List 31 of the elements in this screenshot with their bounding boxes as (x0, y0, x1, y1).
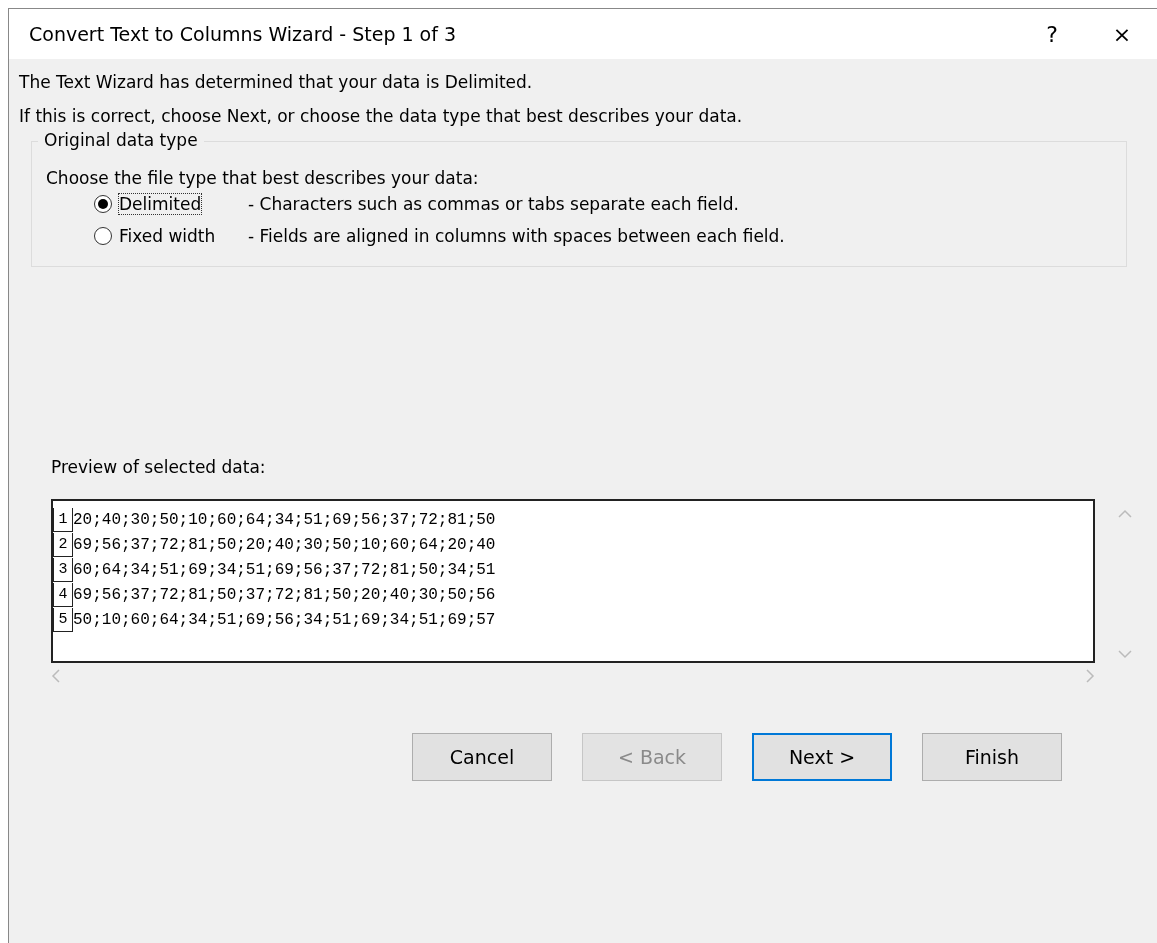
preview-row: 69;56;37;72;81;50;37;72;81;50;20;40;30;50;56 (73, 585, 496, 604)
row-number: 4 (53, 582, 73, 607)
radio-label[interactable]: Fixed width (118, 225, 217, 247)
help-button[interactable]: ? (1017, 20, 1087, 48)
dialog-button[interactable]: Next > (752, 733, 892, 781)
scroll-left-icon[interactable] (51, 669, 61, 683)
radio-button[interactable] (94, 195, 112, 213)
row-number: 1 (53, 507, 73, 532)
row-number: 2 (53, 532, 73, 557)
option-description: - Fields are aligned in columns with spaces between each field. (248, 226, 785, 246)
scroll-up-icon[interactable] (1118, 509, 1132, 519)
preview-row: 50;10;60;64;34;51;69;56;34;51;69;34;51;69;57 (73, 610, 496, 629)
preview-row: 69;56;37;72;81;50;20;40;30;50;10;60;64;20;40 (73, 535, 496, 554)
prompt-text: Choose the file type that best describes your data: (46, 168, 479, 188)
intro-text: If this is correct, choose Next, or choose the data type that best describes your data. (19, 106, 743, 126)
dialog-button[interactable]: Finish (922, 733, 1062, 781)
intro-text: The Text Wizard has determined that your data is Delimited. (19, 72, 533, 92)
preview-row: 60;64;34;51;69;34;51;69;56;37;72;81;50;34;51 (73, 560, 496, 579)
row-number: 5 (53, 607, 73, 632)
dialog-button[interactable]: Cancel (412, 733, 552, 781)
radio-label[interactable]: Delimited (118, 193, 203, 215)
close-button[interactable]: × (1087, 20, 1157, 48)
preview-row: 20;40;30;50;10;60;64;34;51;69;56;37;72;81;50 (73, 510, 496, 529)
group-title: Original data type (38, 130, 204, 150)
window-title: Convert Text to Columns Wizard - Step 1 of 3 (29, 23, 458, 45)
scroll-right-icon[interactable] (1085, 669, 1095, 683)
option-description: - Characters such as commas or tabs separate each field. (248, 194, 739, 214)
scroll-down-icon[interactable] (1118, 649, 1132, 659)
row-number: 3 (53, 557, 73, 582)
radio-button[interactable] (94, 227, 112, 245)
preview-label: Preview of selected data: (51, 457, 266, 477)
